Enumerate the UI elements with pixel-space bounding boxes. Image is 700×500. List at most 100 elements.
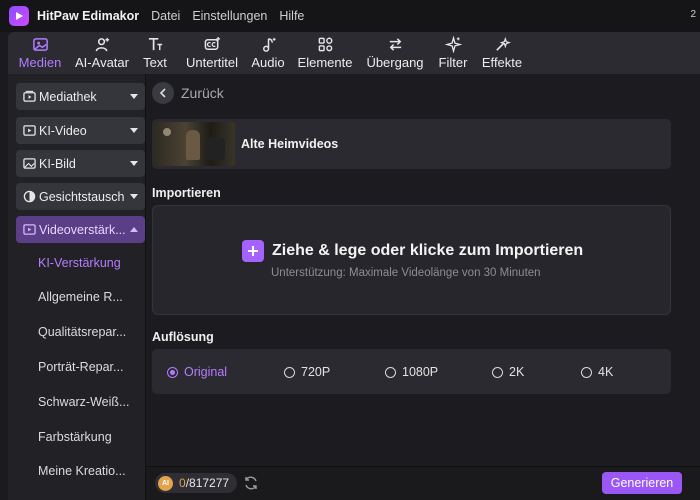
resolution-option-2k[interactable]: 2K <box>492 365 524 379</box>
ai-image-icon <box>22 157 36 171</box>
chevron-down-icon <box>129 160 139 167</box>
menu-datei[interactable]: Datei <box>151 9 180 23</box>
credits-total: /817277 <box>185 476 230 490</box>
back-label: Zurück <box>181 85 224 101</box>
resolution-option-original[interactable]: Original <box>167 365 227 379</box>
tool-label: Übergang <box>366 55 424 70</box>
sidebar-subitem-portraet[interactable]: Porträt-Repar... <box>38 360 123 374</box>
radio-button[interactable] <box>581 366 592 378</box>
tool-filter[interactable]: Filter <box>438 32 468 74</box>
credits-used: 0 <box>179 476 186 490</box>
library-icon <box>22 90 36 104</box>
text-icon <box>146 35 164 53</box>
tool-label: Effekte <box>481 55 523 70</box>
version-tag: 2 <box>690 9 696 20</box>
sidebar-item-ki-bild[interactable]: KI-Bild <box>16 150 145 177</box>
tool-label: Untertitel <box>185 55 239 70</box>
tool-label: Elemente <box>297 55 353 70</box>
menu-einstellungen[interactable]: Einstellungen <box>192 9 267 23</box>
filter-icon <box>444 35 462 53</box>
tool-medien[interactable]: Medien <box>18 32 62 74</box>
sidebar-subitem-meine-kreationen[interactable]: Meine Kreatio... <box>38 464 126 478</box>
tool-label: Filter <box>438 55 468 70</box>
chevron-up-icon <box>129 226 139 233</box>
tool-label: Audio <box>251 55 285 70</box>
import-subtitle: Unterstützung: Maximale Videolänge von 3… <box>271 267 541 279</box>
sidebar-subitem-farbstaerkung[interactable]: Farbstärkung <box>38 430 112 444</box>
main-panel: Zurück Alte Heimvideos Importieren Ziehe… <box>146 74 700 500</box>
tool-label: AI-Avatar <box>75 55 129 70</box>
chevron-down-icon <box>129 93 139 100</box>
media-icon <box>31 35 49 53</box>
chevron-down-icon <box>129 193 139 200</box>
radio-button[interactable] <box>492 366 503 378</box>
back-button[interactable]: Zurück <box>152 82 224 104</box>
tool-audio[interactable]: Audio <box>250 32 286 74</box>
import-heading: Importieren <box>152 186 221 200</box>
app-logo-icon <box>9 6 29 26</box>
tool-label: Text <box>143 55 167 70</box>
tool-label: Medien <box>18 55 62 70</box>
resolution-label: 4K <box>598 365 614 379</box>
resolution-label: 720P <box>301 365 331 379</box>
sidebar-item-videoverstaerkung[interactable]: Videoverstärk... <box>16 216 145 243</box>
audio-icon <box>259 35 277 53</box>
import-dropzone[interactable]: Ziehe & lege oder klicke zum Importieren… <box>152 205 671 315</box>
resolution-label: Original <box>184 365 228 379</box>
resolution-option-4k[interactable]: 4K <box>581 365 613 379</box>
bottom-bar: AI 0/817277 Generieren <box>146 466 700 500</box>
feature-card: Alte Heimvideos <box>152 119 671 169</box>
menu-hilfe[interactable]: Hilfe <box>279 9 304 23</box>
radio-button[interactable] <box>284 366 295 378</box>
app-name: HitPaw Edimakor <box>37 9 140 23</box>
effects-icon <box>493 35 511 53</box>
video-enhance-icon <box>22 223 36 237</box>
resolution-option-720p[interactable]: 720P <box>284 365 330 379</box>
generate-button[interactable]: Generieren <box>602 472 682 494</box>
tool-effekte[interactable]: Effekte <box>482 32 522 74</box>
sidebar-item-label: KI-Video <box>39 123 87 138</box>
sidebar-subitem-qualitaet[interactable]: Qualitätsrepar... <box>38 325 126 339</box>
plus-icon <box>242 240 264 262</box>
elements-icon <box>316 35 334 53</box>
title-bar: HitPaw Edimakor Datei Einstellungen Hilf… <box>0 0 700 32</box>
subtitle-icon <box>203 35 221 53</box>
sidebar-item-label: Videoverstärk... <box>39 222 126 237</box>
radio-button[interactable] <box>385 366 396 378</box>
transition-icon <box>386 35 404 53</box>
sidebar-item-gesichtstausch[interactable]: Gesichtstausch <box>16 183 145 210</box>
tool-ai-avatar[interactable]: AI-Avatar <box>74 32 130 74</box>
ai-coin-icon: AI <box>158 475 173 491</box>
resolution-label: 1080P <box>402 365 439 379</box>
resolution-heading: Auflösung <box>152 330 214 344</box>
sidebar-subitem-schwarz-weiss[interactable]: Schwarz-Weiß... <box>38 395 129 409</box>
ai-video-icon <box>22 124 36 138</box>
tool-text[interactable]: Text <box>142 32 168 74</box>
face-swap-icon <box>22 190 36 204</box>
tool-elemente[interactable]: Elemente <box>298 32 352 74</box>
feature-title: Alte Heimvideos <box>241 137 339 151</box>
import-title: Ziehe & lege oder klicke zum Importieren <box>272 242 584 259</box>
credits-text: 0/817277 <box>179 476 229 490</box>
feature-thumbnail <box>153 122 235 166</box>
tool-untertitel[interactable]: Untertitel <box>184 32 240 74</box>
sidebar-item-label: KI-Bild <box>39 156 76 171</box>
resolution-option-1080p[interactable]: 1080P <box>385 365 438 379</box>
chevron-down-icon <box>129 127 139 134</box>
sidebar-item-ki-video[interactable]: KI-Video <box>16 117 145 144</box>
sidebar-subitem-allgemeine[interactable]: Allgemeine R... <box>38 290 123 304</box>
radio-button[interactable] <box>167 366 178 378</box>
avatar-icon <box>93 35 111 53</box>
main-toolbar: Medien AI-Avatar Text Untertitel Audio E… <box>8 32 700 74</box>
tool-uebergang[interactable]: Übergang <box>366 32 424 74</box>
refresh-icon[interactable] <box>243 475 259 491</box>
sidebar-item-label: Mediathek <box>39 89 97 104</box>
credits-badge: AI 0/817277 <box>155 473 237 493</box>
sidebar-subitem-ki-verstaerkung[interactable]: KI-Verstärkung <box>38 256 121 270</box>
resolution-options: Original 720P 1080P 2K 4K <box>152 349 671 394</box>
sidebar-item-mediathek[interactable]: Mediathek <box>16 83 145 110</box>
chevron-left-icon <box>152 82 174 104</box>
sidebar-item-label: Gesichtstausch <box>39 189 125 204</box>
sidebar: Mediathek KI-Video KI-Bild Gesichtstausc… <box>8 74 146 500</box>
resolution-label: 2K <box>509 365 525 379</box>
